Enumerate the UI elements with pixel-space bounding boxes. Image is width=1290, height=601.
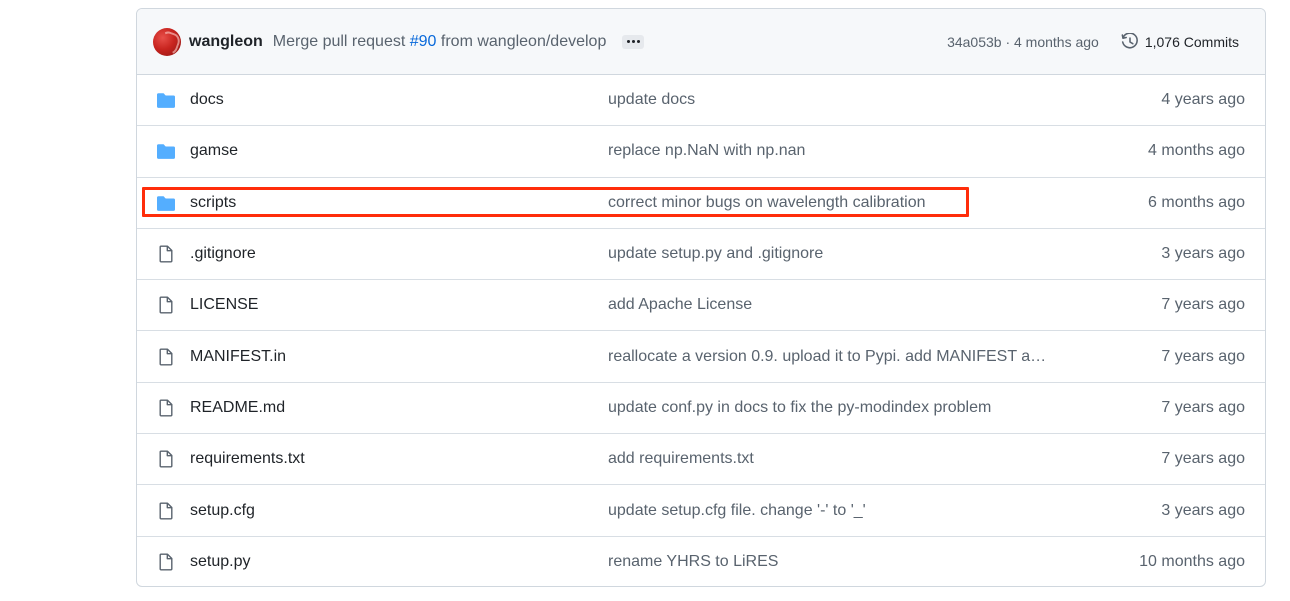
expand-message-button[interactable] bbox=[622, 34, 645, 49]
file-icon bbox=[157, 450, 175, 468]
history-icon bbox=[1121, 32, 1138, 48]
file-name-link[interactable]: MANIFEST.in bbox=[190, 348, 286, 366]
commit-message-link[interactable]: reallocate a version 0.9. upload it to P… bbox=[608, 348, 1046, 366]
commit-message-suffix: from wangleon/develop bbox=[440, 32, 607, 50]
commit-message-link[interactable]: update setup.cfg file. change '-' to '_' bbox=[608, 502, 866, 520]
file-row[interactable]: README.md update conf.py in docs to fix … bbox=[137, 383, 1265, 435]
commit-message-link[interactable]: rename YHRS to LiRES bbox=[608, 553, 778, 571]
commit-author[interactable]: wangleon bbox=[189, 33, 263, 51]
pr-link[interactable]: #90 bbox=[410, 33, 437, 50]
commit-message[interactable]: Merge pull request #90 from wangleon/dev… bbox=[273, 33, 607, 51]
file-name-link[interactable]: gamse bbox=[190, 142, 238, 160]
commits-count: 1,076 Commits bbox=[1144, 33, 1239, 50]
folder-icon bbox=[157, 142, 175, 160]
file-name-link[interactable]: docs bbox=[190, 91, 224, 109]
file-row[interactable]: gamse replace np.NaN with np.nan 4 month… bbox=[137, 126, 1265, 178]
commit-age: 10 months ago bbox=[1139, 553, 1245, 571]
file-name-link[interactable]: scripts bbox=[190, 194, 236, 212]
author-avatar[interactable] bbox=[153, 27, 181, 56]
commit-age: 4 months ago bbox=[1148, 142, 1245, 160]
folder-icon bbox=[157, 194, 175, 212]
file-browser: wangleon Merge pull request #90 from wan… bbox=[136, 8, 1266, 587]
file-row[interactable]: setup.cfg update setup.cfg file. change … bbox=[137, 485, 1265, 537]
commit-message-link[interactable]: add requirements.txt bbox=[608, 450, 754, 468]
commit-message-link[interactable]: update setup.py and .gitignore bbox=[608, 245, 823, 263]
file-row[interactable]: LICENSE add Apache License 7 years ago bbox=[137, 280, 1265, 332]
commit-message-link[interactable]: replace np.NaN with np.nan bbox=[608, 142, 805, 160]
commit-age: 7 years ago bbox=[1161, 347, 1245, 365]
file-row[interactable]: setup.py rename YHRS to LiRES 10 months … bbox=[137, 537, 1265, 586]
file-name-link[interactable]: .gitignore bbox=[190, 245, 256, 263]
latest-commit-bar: wangleon Merge pull request #90 from wan… bbox=[137, 9, 1265, 75]
file-icon bbox=[157, 553, 175, 571]
commit-message-prefix: Merge pull request bbox=[272, 32, 406, 50]
file-list: docs update docs 4 years ago gamse repla… bbox=[137, 75, 1265, 586]
commit-message-link[interactable]: add Apache License bbox=[608, 296, 752, 314]
file-icon bbox=[157, 296, 175, 314]
file-row[interactable]: scripts correct minor bugs on wavelength… bbox=[137, 178, 1265, 229]
file-name-link[interactable]: setup.py bbox=[190, 553, 250, 571]
file-row[interactable]: docs update docs 4 years ago bbox=[137, 75, 1265, 127]
commit-age: 6 months ago bbox=[1148, 193, 1245, 211]
commit-age: 7 years ago bbox=[1161, 296, 1245, 314]
commit-age: 3 years ago bbox=[1161, 245, 1245, 263]
commit-sha-time[interactable]: 34a053b · 4 months ago bbox=[947, 34, 1099, 50]
file-row[interactable]: requirements.txt add requirements.txt 7 … bbox=[137, 434, 1265, 486]
commit-age: 7 years ago bbox=[1161, 398, 1245, 416]
file-name-link[interactable]: setup.cfg bbox=[190, 502, 255, 520]
file-icon bbox=[157, 245, 175, 263]
commit-age: 3 years ago bbox=[1161, 501, 1245, 519]
commit-message-link[interactable]: update conf.py in docs to fix the py-mod… bbox=[608, 399, 991, 417]
commit-age: 4 years ago bbox=[1161, 91, 1245, 109]
file-name-link[interactable]: README.md bbox=[190, 399, 285, 417]
commit-message-link[interactable]: update docs bbox=[608, 91, 695, 109]
commit-message-link[interactable]: correct minor bugs on wavelength calibra… bbox=[608, 194, 926, 212]
commits-link[interactable]: 1,076 Commits bbox=[1121, 32, 1239, 51]
file-icon bbox=[157, 348, 175, 366]
file-name-link[interactable]: LICENSE bbox=[190, 296, 258, 314]
file-row[interactable]: MANIFEST.in reallocate a version 0.9. up… bbox=[137, 331, 1265, 383]
file-icon bbox=[157, 502, 175, 520]
file-row[interactable]: .gitignore update setup.py and .gitignor… bbox=[137, 229, 1265, 281]
file-icon bbox=[157, 399, 175, 417]
file-name-link[interactable]: requirements.txt bbox=[190, 450, 305, 468]
folder-icon bbox=[157, 91, 175, 109]
commit-age: 7 years ago bbox=[1161, 450, 1245, 468]
